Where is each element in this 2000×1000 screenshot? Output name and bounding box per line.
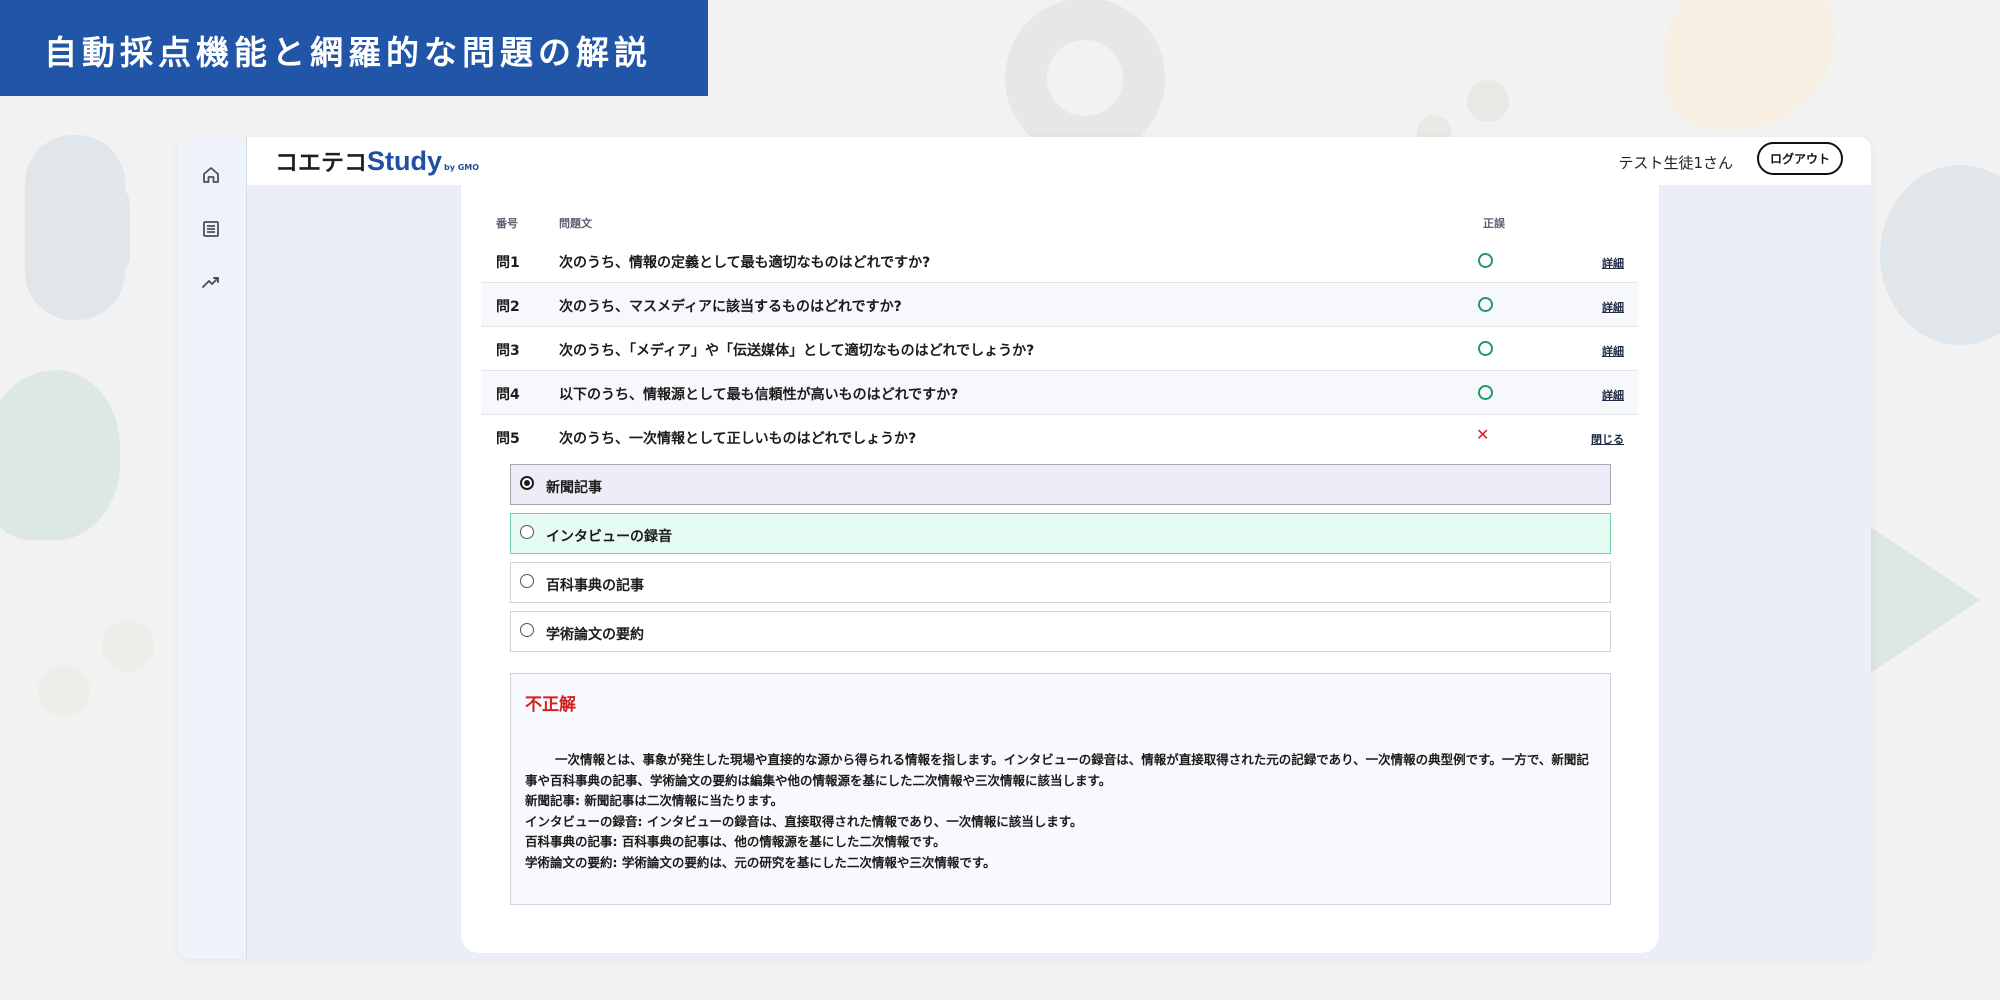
background-dot xyxy=(1467,80,1509,122)
answer-option-selected[interactable]: 新聞記事 xyxy=(510,464,1611,505)
background-dot xyxy=(102,620,154,672)
background-shape xyxy=(0,370,120,540)
table-row: 問3 次のうち、「メディア」や「伝送媒体」として適切なものはどれでしょうか? 詳… xyxy=(481,327,1638,371)
detail-link[interactable]: 詳細 xyxy=(1602,343,1624,359)
detail-link[interactable]: 詳細 xyxy=(1602,387,1624,403)
question-text: 次のうち、マスメディアに該当するものはどれですか? xyxy=(559,299,902,315)
question-number: 問2 xyxy=(496,299,520,315)
answer-option[interactable]: 百科事典の記事 xyxy=(510,562,1611,603)
explanation-paragraph: 一次情報とは、事象が発生した現場や直接的な源から得られる情報を指します。インタビ… xyxy=(525,752,1589,788)
correct-mark-icon xyxy=(1476,251,1494,269)
incorrect-mark-icon: ✕ xyxy=(1476,425,1490,444)
banner-title: 自動採点機能と網羅的な問題の解説 xyxy=(44,33,652,72)
logo-text-jp: コエテコ xyxy=(275,150,367,176)
header-question: 問題文 xyxy=(559,217,592,230)
answer-option-correct[interactable]: インタビューの録音 xyxy=(510,513,1611,554)
option-label: 新聞記事 xyxy=(546,480,602,496)
background-shape xyxy=(1880,165,2000,345)
sidebar xyxy=(178,137,247,959)
app-header: コエテコ Study by GMO テスト生徒1さん ログアウト xyxy=(247,137,1871,185)
correct-mark-icon xyxy=(1476,295,1494,313)
header-number: 番号 xyxy=(496,217,518,230)
option-label: インタビューの録音 xyxy=(546,529,672,545)
option-label: 学術論文の要約 xyxy=(546,627,644,643)
detail-link[interactable]: 詳細 xyxy=(1602,299,1624,315)
feature-banner: 自動採点機能と網羅的な問題の解説 xyxy=(0,0,708,96)
question-text: 以下のうち、情報源として最も信頼性が高いものはどれですか? xyxy=(559,387,959,403)
explanation-text: 一次情報とは、事象が発生した現場や直接的な源から得られる情報を指します。インタビ… xyxy=(525,750,1595,873)
table-row: 問5 次のうち、一次情報として正しいものはどれでしょうか? ✕ 閉じる xyxy=(481,415,1638,459)
question-text: 次のうち、「メディア」や「伝送媒体」として適切なものはどれでしょうか? xyxy=(559,343,1035,359)
background-triangle xyxy=(1860,520,1980,680)
logo-text-en: Study xyxy=(367,146,443,176)
detail-link[interactable]: 詳細 xyxy=(1602,255,1624,271)
trending-up-icon[interactable] xyxy=(199,270,223,294)
background-shape xyxy=(1665,0,1835,130)
results-card: 番号 問題文 正誤 問1 次のうち、情報の定義として最も適切なものはどれですか?… xyxy=(461,185,1659,953)
background-shape xyxy=(80,180,130,280)
header-result: 正誤 xyxy=(1483,217,1505,230)
radio-button[interactable] xyxy=(520,623,534,637)
explanation-line: 新聞記事: 新聞記事は二次情報に当たります。 xyxy=(525,793,784,808)
question-number: 問4 xyxy=(496,387,520,403)
radio-button[interactable] xyxy=(520,525,534,539)
question-number: 問1 xyxy=(496,255,520,271)
option-label: 百科事典の記事 xyxy=(546,578,644,594)
home-icon[interactable] xyxy=(199,163,223,187)
explanation-line: インタビューの録音: インタビューの録音は、直接取得された情報であり、一次情報に… xyxy=(525,813,1083,829)
list-icon[interactable] xyxy=(199,217,223,241)
question-text: 次のうち、一次情報として正しいものはどれでしょうか? xyxy=(559,431,917,447)
radio-button-checked[interactable] xyxy=(520,476,534,490)
table-row: 問1 次のうち、情報の定義として最も適切なものはどれですか? 詳細 xyxy=(481,239,1638,283)
question-text: 次のうち、情報の定義として最も適切なものはどれですか? xyxy=(559,255,931,271)
question-number: 問3 xyxy=(496,343,520,359)
table-header: 番号 問題文 正誤 xyxy=(461,215,1659,237)
table-row: 問4 以下のうち、情報源として最も信頼性が高いものはどれですか? 詳細 xyxy=(481,371,1638,415)
explanation-line: 学術論文の要約: 学術論文の要約は、元の研究を基にした二次情報や三次情報です。 xyxy=(525,854,996,870)
background-ring xyxy=(1005,0,1165,158)
answer-option[interactable]: 学術論文の要約 xyxy=(510,611,1611,652)
correct-mark-icon xyxy=(1476,383,1494,401)
logout-button[interactable]: ログアウト xyxy=(1757,142,1843,175)
logo-sub: by GMO xyxy=(444,163,480,172)
radio-button[interactable] xyxy=(520,574,534,588)
correct-mark-icon xyxy=(1476,339,1494,357)
background-dot xyxy=(38,665,90,717)
question-number: 問5 xyxy=(496,431,520,447)
app-logo[interactable]: コエテコ Study by GMO xyxy=(275,143,479,177)
explanation-box: 不正解 一次情報とは、事象が発生した現場や直接的な源から得られる情報を指します。… xyxy=(510,673,1611,905)
app-window: コエテコ Study by GMO テスト生徒1さん ログアウト 番号 問題文 … xyxy=(178,137,1871,959)
explanation-line: 百科事典の記事: 百科事典の記事は、他の情報源を基にした二次情報です。 xyxy=(525,834,946,849)
close-link[interactable]: 閉じる xyxy=(1591,431,1624,447)
table-row: 問2 次のうち、マスメディアに該当するものはどれですか? 詳細 xyxy=(481,283,1638,327)
user-name: テスト生徒1さん xyxy=(1618,154,1733,172)
verdict-label: 不正解 xyxy=(525,695,576,715)
